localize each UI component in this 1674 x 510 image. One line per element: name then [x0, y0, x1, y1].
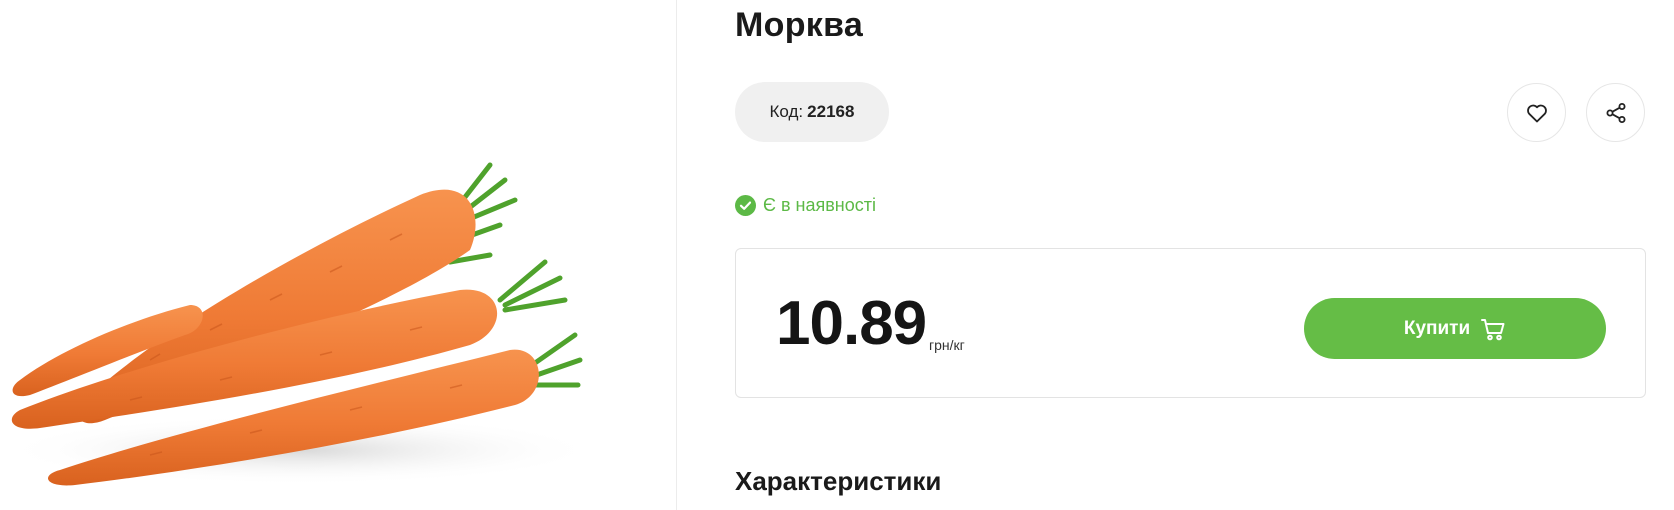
share-icon [1606, 102, 1625, 123]
price-panel: 10.89 грн/кг Купити [735, 248, 1646, 398]
code-value: 22168 [807, 102, 855, 121]
availability-status: Є в наявності [735, 195, 876, 216]
product-image[interactable] [0, 0, 676, 510]
product-code-badge: Код: 22168 [735, 82, 889, 142]
price-value: 10.89 [776, 289, 927, 358]
buy-button[interactable]: Купити [1304, 298, 1606, 359]
availability-text: Є в наявності [763, 195, 876, 215]
characteristics-heading: Характеристики [735, 466, 942, 496]
divider [676, 0, 677, 510]
page-title: Морква [735, 6, 864, 44]
heart-icon [1526, 104, 1547, 122]
price-unit: грн/кг [929, 337, 965, 353]
buy-button-label: Купити [1403, 317, 1471, 339]
code-label: Код: [769, 102, 804, 121]
favorite-button[interactable] [1507, 83, 1566, 142]
share-button[interactable] [1586, 83, 1645, 142]
check-circle-icon [735, 195, 756, 216]
cart-icon [1481, 318, 1505, 340]
carrots-image [0, 162, 600, 486]
